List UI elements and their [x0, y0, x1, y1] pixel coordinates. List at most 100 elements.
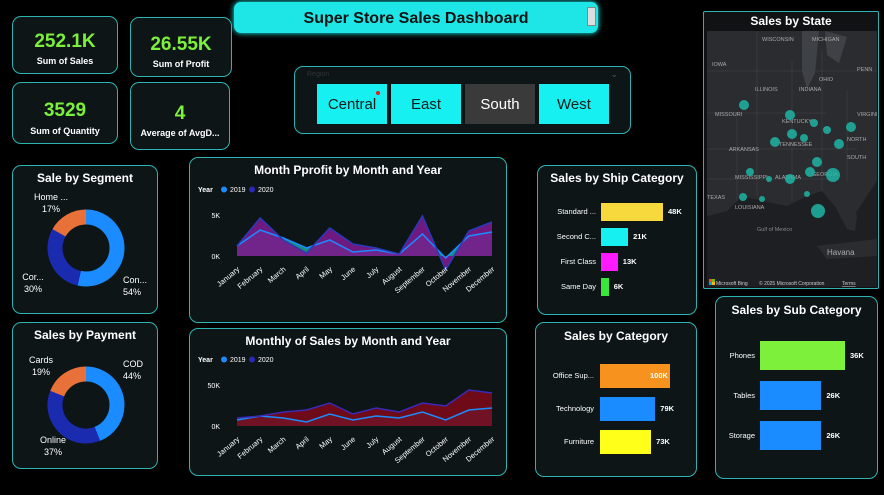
state-bubble[interactable]: [770, 137, 780, 147]
slicer-option-east[interactable]: East: [391, 84, 461, 124]
y-tick: 0K: [211, 254, 220, 261]
state-bubble[interactable]: [823, 126, 831, 134]
segment-donut-chart: Con... 54% Cor... 30% Home ... 17%: [22, 192, 147, 297]
state-bubble[interactable]: [785, 110, 795, 120]
bar-value: 73K: [656, 437, 670, 446]
x-tick: April: [294, 264, 312, 281]
slicer-option-south[interactable]: South: [465, 84, 535, 124]
bar-value: 13K: [622, 257, 637, 266]
bar[interactable]: [600, 430, 652, 454]
series-2020-area[interactable]: [237, 390, 492, 426]
state-bubble[interactable]: [785, 174, 795, 184]
segment-card: Sale by Segment Con... 54% Cor... 30% Home .…: [12, 165, 158, 314]
svg-text:Year: Year: [198, 357, 213, 364]
svg-text:Online: Online: [40, 435, 66, 445]
state-bubble[interactable]: [787, 129, 797, 139]
map-label: Havana: [827, 248, 855, 257]
donut-label: Con... 54%: [123, 275, 147, 297]
kpi-value: 252.1K: [34, 31, 96, 52]
svg-text:Home ...: Home ...: [34, 192, 68, 202]
bar-label: Storage: [728, 430, 755, 440]
state-bubble[interactable]: [812, 157, 822, 167]
bar-value: 26K: [826, 430, 841, 440]
bar[interactable]: [601, 228, 629, 246]
svg-text:17%: 17%: [42, 204, 60, 214]
state-bubble[interactable]: [800, 134, 808, 142]
kpi-card-sales: 252.1K Sum of Sales: [12, 16, 118, 74]
map-label: OHIO: [819, 77, 834, 83]
slicer-option-west[interactable]: West: [539, 84, 609, 124]
state-bubble[interactable]: [739, 193, 747, 201]
bar[interactable]: [760, 381, 822, 410]
bar-label: Standard ...: [557, 207, 596, 216]
state-bubble[interactable]: [805, 167, 815, 177]
category-card: Sales by Category Office Sup... 100K Techn…: [535, 322, 697, 477]
card-title: Sales by Ship Category: [550, 171, 684, 185]
kpi-label: Sum of Sales: [36, 56, 94, 66]
svg-text:2019: 2019: [230, 187, 246, 194]
svg-text:44%: 44%: [123, 371, 141, 381]
state-bubble[interactable]: [766, 176, 772, 182]
region-slicer: Region ⌄ Central East South West: [294, 66, 631, 134]
svg-text:Cor...: Cor...: [22, 272, 44, 282]
state-bubble[interactable]: [834, 139, 844, 149]
state-map[interactable]: WISCONSIN MICHIGAN IOWA ILLINOIS INDIANA OHIO…: [707, 31, 877, 287]
state-bubble[interactable]: [739, 100, 749, 110]
kpi-label: Average of AvgD...: [140, 128, 220, 138]
map-label: IOWA: [712, 62, 727, 68]
bar[interactable]: [601, 203, 663, 221]
state-bubble[interactable]: [826, 168, 840, 182]
chart-legend: Year 2019 2020: [198, 186, 274, 194]
bar-value: 26K: [826, 390, 841, 400]
bar-label: Technology: [556, 404, 594, 413]
header-scroll-handle[interactable]: [587, 7, 596, 26]
y-tick: 50K: [208, 383, 221, 390]
state-bubble[interactable]: [846, 122, 856, 132]
x-tick: July: [364, 434, 380, 450]
kpi-value: 3529: [43, 100, 87, 121]
bar[interactable]: [601, 278, 609, 296]
bar[interactable]: [601, 253, 618, 271]
map-terms-link[interactable]: Terms: [842, 281, 856, 287]
chart-legend: Year 2019 2020: [198, 356, 274, 364]
x-tick: May: [317, 264, 334, 280]
state-bubble[interactable]: [811, 204, 825, 218]
payment-donut-chart: COD 44% Online 37% Cards 19%: [29, 355, 144, 457]
state-bubble[interactable]: [759, 196, 765, 202]
map-label: MICHIGAN: [812, 37, 840, 43]
map-label: KENTUCKY: [782, 119, 812, 125]
svg-text:30%: 30%: [24, 284, 42, 294]
svg-text:2019: 2019: [230, 357, 246, 364]
bar-value: 79K: [660, 404, 675, 413]
x-tick: April: [294, 434, 312, 451]
map-label: MISSOURI: [715, 112, 743, 118]
state-bubble[interactable]: [810, 119, 818, 127]
bar-label: Phones: [729, 350, 755, 360]
ship-card: Sales by Ship Category Standard ... 48K Se…: [537, 165, 697, 315]
slicer-option-central[interactable]: Central: [317, 84, 387, 124]
state-bubble[interactable]: [804, 191, 810, 197]
donut-label: COD 44%: [123, 359, 144, 381]
bar[interactable]: [600, 397, 656, 421]
donut-label: Cards 19%: [29, 355, 54, 377]
bar[interactable]: [760, 341, 845, 370]
card-title: Sales by Sub Category: [731, 303, 862, 317]
series-2020-area[interactable]: [237, 216, 492, 270]
chevron-down-icon[interactable]: ⌄: [610, 69, 618, 80]
state-bubble[interactable]: [746, 168, 754, 176]
profit-area-chart: Year 2019 20205K0KJanuaryFebruary March Apri…: [198, 186, 497, 295]
map-label: NORTH: [847, 137, 866, 143]
card-title: Sales by Category: [563, 329, 669, 343]
kpi-value: 4: [174, 103, 186, 124]
slicer-title: Region: [307, 71, 330, 78]
svg-text:2020: 2020: [258, 357, 274, 364]
map-label: INDIANA: [799, 87, 822, 93]
x-tick: June: [339, 435, 357, 452]
bar[interactable]: [760, 421, 822, 450]
card-title: Sales by State: [750, 14, 832, 28]
bar-value: 100K: [650, 371, 668, 380]
map-label: TENNESSEE: [779, 142, 813, 148]
kpi-card-quantity: 3529 Sum of Quantity: [12, 82, 118, 144]
kpi-card-profit: 26.55K Sum of Profit: [130, 17, 232, 77]
microsoft-logo-icon: [709, 279, 715, 285]
